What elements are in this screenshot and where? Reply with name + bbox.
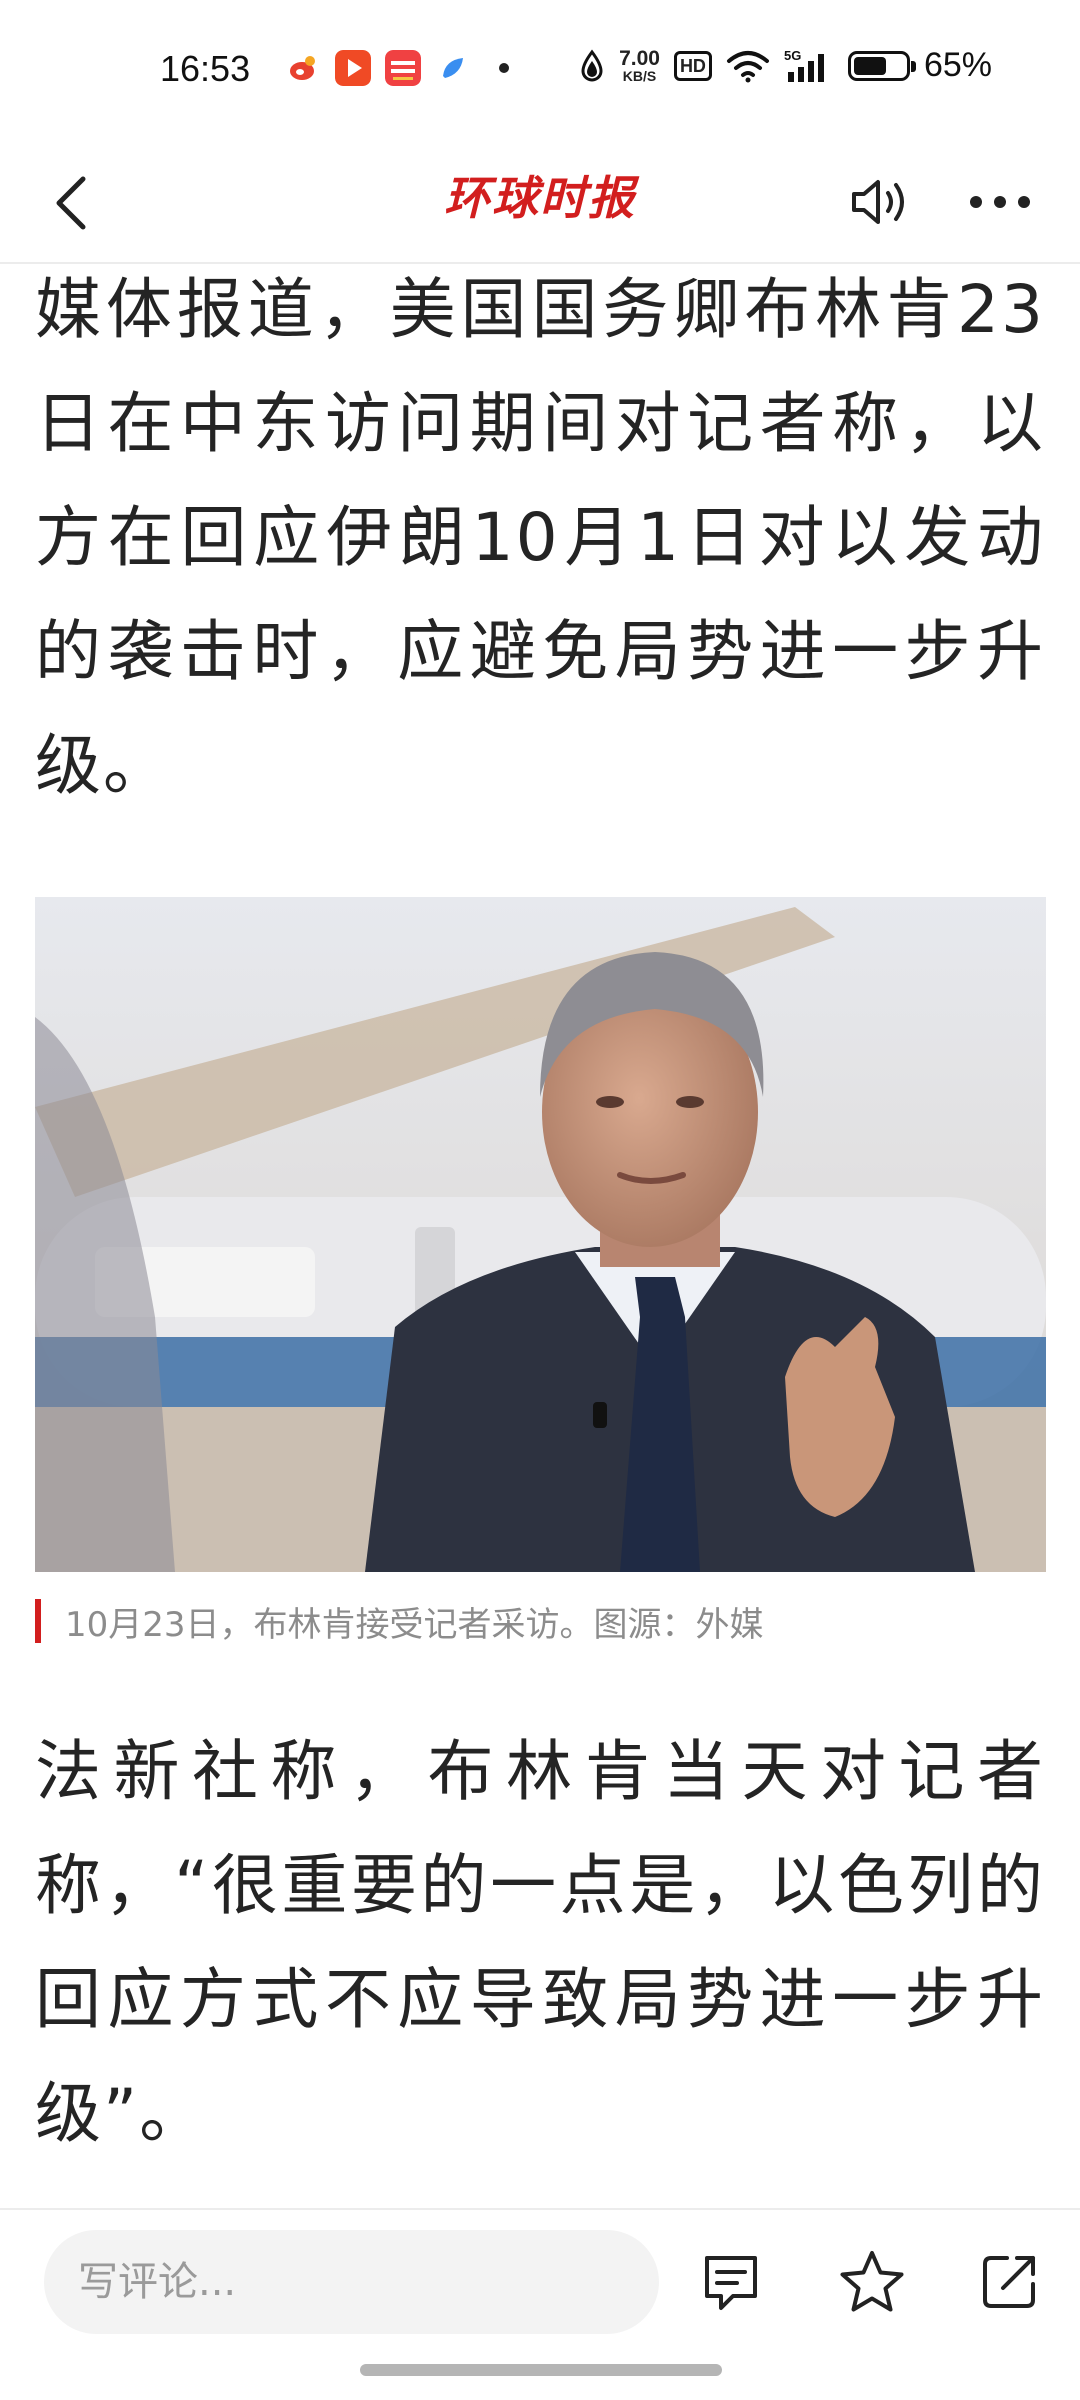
- more-dots-icon: [970, 196, 1030, 208]
- signal-label: 5G: [784, 48, 801, 63]
- hd-badge: HD: [673, 50, 712, 81]
- video-app-icon: [335, 50, 371, 86]
- status-indicators: 7.00 KB/S HD 5G 65%: [579, 46, 992, 85]
- comment-icon: [705, 2256, 757, 2310]
- network-speed: 7.00 KB/S: [619, 48, 660, 83]
- star-icon: [840, 2251, 904, 2312]
- weibo-app-icon: [285, 50, 321, 86]
- notification-icons: [285, 50, 509, 86]
- comments-button[interactable]: [683, 2234, 779, 2330]
- network-speed-unit: KB/S: [622, 68, 657, 84]
- share-icon: [983, 2256, 1035, 2308]
- caption-accent-bar: [35, 1599, 41, 1643]
- photo-caption: 10月23日，布林肯接受记者采访。图源：外媒: [35, 1596, 764, 1646]
- caption-text: 10月23日，布林肯接受记者采访。图源：外媒: [65, 1604, 764, 1645]
- home-indicator[interactable]: [360, 2364, 722, 2376]
- battery-icon: [847, 50, 916, 81]
- article-screen: 16:53 7.00 KB/S HD 5G 65% 环球时报 媒体报道，美国国务…: [0, 0, 1080, 2400]
- wifi-icon: [726, 50, 769, 82]
- article-paragraph: 法新社称，布林肯当天对记者称，“很重要的一点是，以色列的回应方式不应导致局势进一…: [35, 1733, 1045, 2152]
- cell-signal-icon: 5G: [784, 48, 824, 82]
- toutiao-app-icon: [385, 50, 421, 86]
- blue-app-icon: [435, 50, 471, 86]
- share-button[interactable]: [961, 2234, 1057, 2330]
- more-options-button[interactable]: [955, 162, 1045, 242]
- data-saver-icon: [581, 48, 603, 81]
- app-header: 环球时报: [0, 140, 1080, 264]
- status-bar: 16:53 7.00 KB/S HD 5G 65%: [0, 0, 1080, 140]
- more-notifications-dot: [499, 63, 509, 73]
- bottom-action-bar: [0, 2208, 1080, 2360]
- battery-percent: 65%: [923, 46, 992, 84]
- battery-level: [853, 56, 887, 75]
- article-paragraph: 媒体报道，美国国务卿布林肯23日在中东访问期间对记者称，以方在回应伊朗10月1日…: [35, 271, 1045, 804]
- favorite-button[interactable]: [824, 2234, 920, 2330]
- battery-tip: [910, 60, 916, 72]
- status-time: 16:53: [160, 48, 251, 89]
- article-photo[interactable]: [35, 897, 1046, 1572]
- speaker-icon: [852, 180, 904, 224]
- read-aloud-button[interactable]: [840, 162, 920, 242]
- network-speed-value: 7.00: [619, 47, 660, 70]
- comment-input[interactable]: [44, 2230, 659, 2334]
- photo-illustration: [35, 897, 1046, 1572]
